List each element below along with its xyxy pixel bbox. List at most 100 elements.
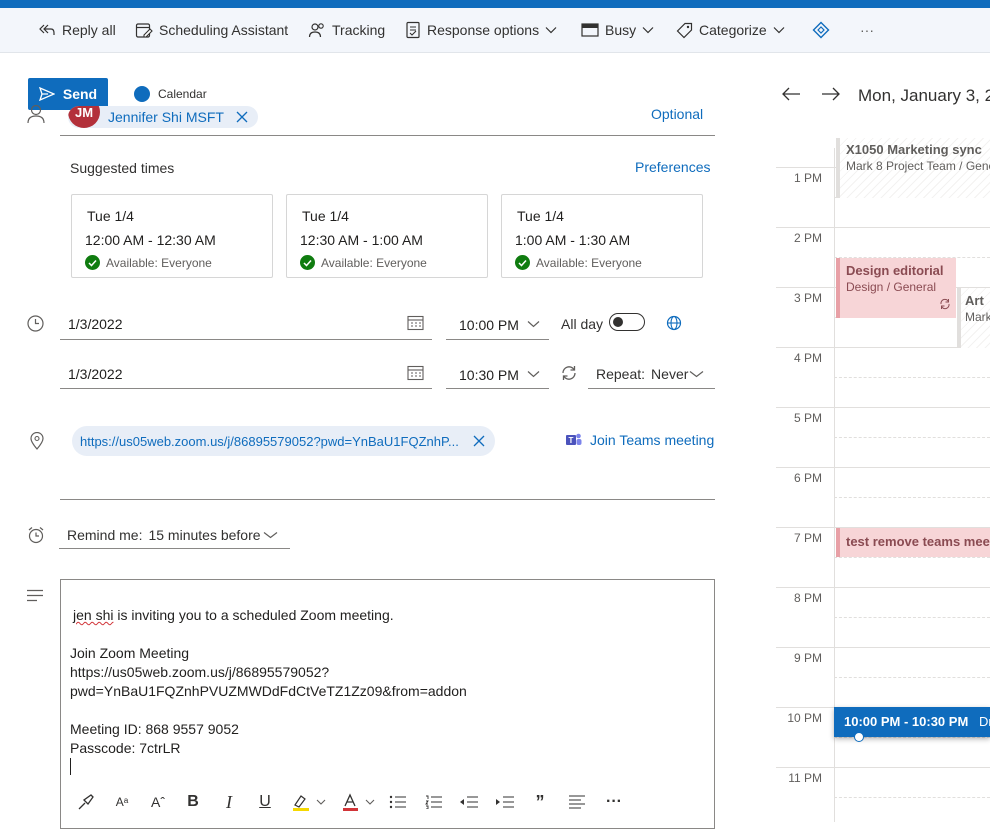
italic-button[interactable]: I <box>220 792 238 812</box>
align-button[interactable] <box>567 792 587 812</box>
location-url[interactable]: https://us05web.zoom.us/j/86895579052?pw… <box>80 434 459 449</box>
scheduling-assistant-label: Scheduling Assistant <box>159 22 289 38</box>
bullets-button[interactable] <box>388 792 408 812</box>
busy-status-icon <box>581 23 599 37</box>
attendee-chip[interactable]: JM Jennifer Shi MSFT <box>68 106 258 128</box>
recurring-icon <box>940 298 950 310</box>
body-sender-name: jen shi <box>73 607 114 623</box>
remove-attendee-icon[interactable] <box>236 111 248 123</box>
suggested-times-label: Suggested times <box>70 160 175 176</box>
arrow-right-icon[interactable] <box>821 86 841 102</box>
chevron-down-icon[interactable] <box>689 370 704 378</box>
chevron-down-icon[interactable] <box>527 320 540 328</box>
diamond-addin-icon <box>812 21 830 39</box>
highlight-button[interactable] <box>290 792 330 812</box>
arrow-left-icon[interactable] <box>781 86 801 102</box>
tracking-button[interactable]: Tracking <box>308 8 385 52</box>
decrease-indent-button[interactable] <box>459 792 479 812</box>
hour-gridline <box>776 587 990 588</box>
numbering-button[interactable] <box>424 792 444 812</box>
repeat-icon <box>562 366 576 380</box>
suggested-date: Tue 1/4 <box>302 208 349 224</box>
toggle-knob <box>613 317 623 327</box>
text-cursor <box>70 758 71 775</box>
calendar-selector-label[interactable]: Calendar <box>158 87 207 101</box>
location-chip[interactable]: https://us05web.zoom.us/j/86895579052?pw… <box>72 426 495 456</box>
body-line-invite: jen shi is inviting you to a scheduled Z… <box>73 607 394 623</box>
hour-label: 10 PM <box>787 711 822 725</box>
all-day-label: All day <box>561 316 604 332</box>
event-title: X1050 Marketing sync <box>846 142 982 157</box>
categorize-dropdown[interactable]: Categorize <box>676 8 785 52</box>
timezone-globe-icon[interactable] <box>666 315 682 331</box>
bold-button[interactable]: B <box>184 792 202 812</box>
body-join-heading: Join Zoom Meeting <box>70 645 190 661</box>
svg-text:T: T <box>569 436 574 445</box>
calendar-event-test-teams[interactable]: test remove teams mee <box>836 528 990 557</box>
all-day-toggle[interactable] <box>609 313 645 331</box>
reminder-dropdown[interactable]: Remind me: 15 minutes before <box>67 527 261 543</box>
grow-font-icon: Aˆ <box>151 794 165 810</box>
underline-icon: U <box>259 793 271 810</box>
hour-label: 3 PM <box>793 291 822 305</box>
join-teams-button[interactable]: T Join Teams meeting <box>565 432 714 448</box>
repeat-underline <box>588 388 715 389</box>
busy-status-dropdown[interactable]: Busy <box>581 8 654 52</box>
calendar-picker-icon[interactable] <box>407 365 424 381</box>
quote-button[interactable]: ” <box>531 792 549 812</box>
font-color-button[interactable] <box>340 792 380 812</box>
chevron-down-icon[interactable] <box>263 531 278 539</box>
scheduling-assistant-button[interactable]: Scheduling Assistant <box>135 8 288 52</box>
half-hour-gridline <box>834 557 990 558</box>
more-options-button[interactable]: ··· <box>860 8 874 52</box>
preferences-link[interactable]: Preferences <box>635 159 710 175</box>
increase-indent-button[interactable] <box>495 792 515 812</box>
teams-icon: T <box>566 433 582 445</box>
suggested-date: Tue 1/4 <box>87 208 134 224</box>
suggested-time-card[interactable]: Tue 1/4 12:30 AM - 1:00 AM Available: Ev… <box>286 194 488 278</box>
repeat-dropdown[interactable]: Repeat: Never <box>596 366 688 382</box>
font-size-icon: Aᵃ <box>115 795 129 809</box>
response-options-button[interactable]: Response options <box>405 8 557 52</box>
chevron-down-icon[interactable] <box>527 370 540 378</box>
calendar-event-art[interactable]: Art Mark <box>957 288 990 348</box>
avatar-initials: JM <box>74 106 94 120</box>
underline-button[interactable]: U <box>256 792 274 812</box>
half-hour-gridline <box>834 437 990 438</box>
ribbon-toolbar: Reply all Scheduling Assistant Tracking … <box>0 8 990 53</box>
addin-button[interactable] <box>812 8 830 52</box>
calendar-event-design-editorial[interactable]: Design editorial Design / General <box>836 258 956 318</box>
calendar-event-marketing[interactable]: X1050 Marketing sync Mark 8 Project Team… <box>836 138 990 198</box>
reply-all-button[interactable]: Reply all <box>38 8 116 52</box>
calendar-color-dot[interactable] <box>134 86 150 102</box>
body-passcode: Passcode: 7ctrLR <box>70 740 181 756</box>
italic-icon: I <box>226 791 232 812</box>
calendar-picker-icon[interactable] <box>407 315 424 331</box>
categorize-label: Categorize <box>699 22 767 38</box>
bold-icon: B <box>187 793 199 810</box>
optional-attendees-link[interactable]: Optional <box>651 106 703 122</box>
document-check-icon <box>406 21 420 39</box>
reminder-underline <box>59 548 290 549</box>
response-options-label: Response options <box>427 22 540 38</box>
more-formatting-button[interactable]: ··· <box>604 792 624 812</box>
start-date-field[interactable]: 1/3/2022 <box>68 316 123 332</box>
event-subtitle: Design / General <box>846 280 937 294</box>
hour-label: 6 PM <box>793 471 822 485</box>
end-time-field[interactable]: 10:30 PM <box>459 367 519 383</box>
end-date-field[interactable]: 1/3/2022 <box>68 366 123 382</box>
more-formatting-icon: ··· <box>606 793 622 810</box>
align-left-icon <box>569 795 585 809</box>
suggested-time-card[interactable]: Tue 1/4 12:00 AM - 12:30 AM Available: E… <box>71 194 273 278</box>
grow-font-button[interactable]: Aˆ <box>148 792 168 812</box>
resize-handle[interactable] <box>854 732 864 742</box>
event-title: Dr <box>979 714 990 729</box>
format-painter-button[interactable] <box>76 792 96 812</box>
calendar-edit-icon <box>135 23 153 38</box>
event-time-range: 10:00 PM - 10:30 PM <box>844 714 969 729</box>
suggested-time-card[interactable]: Tue 1/4 1:00 AM - 1:30 AM Available: Eve… <box>501 194 703 278</box>
start-time-field[interactable]: 10:00 PM <box>459 317 519 333</box>
font-size-button[interactable]: Aᵃ <box>112 792 132 812</box>
remove-location-icon[interactable] <box>473 435 485 447</box>
hour-label: 8 PM <box>793 591 822 605</box>
